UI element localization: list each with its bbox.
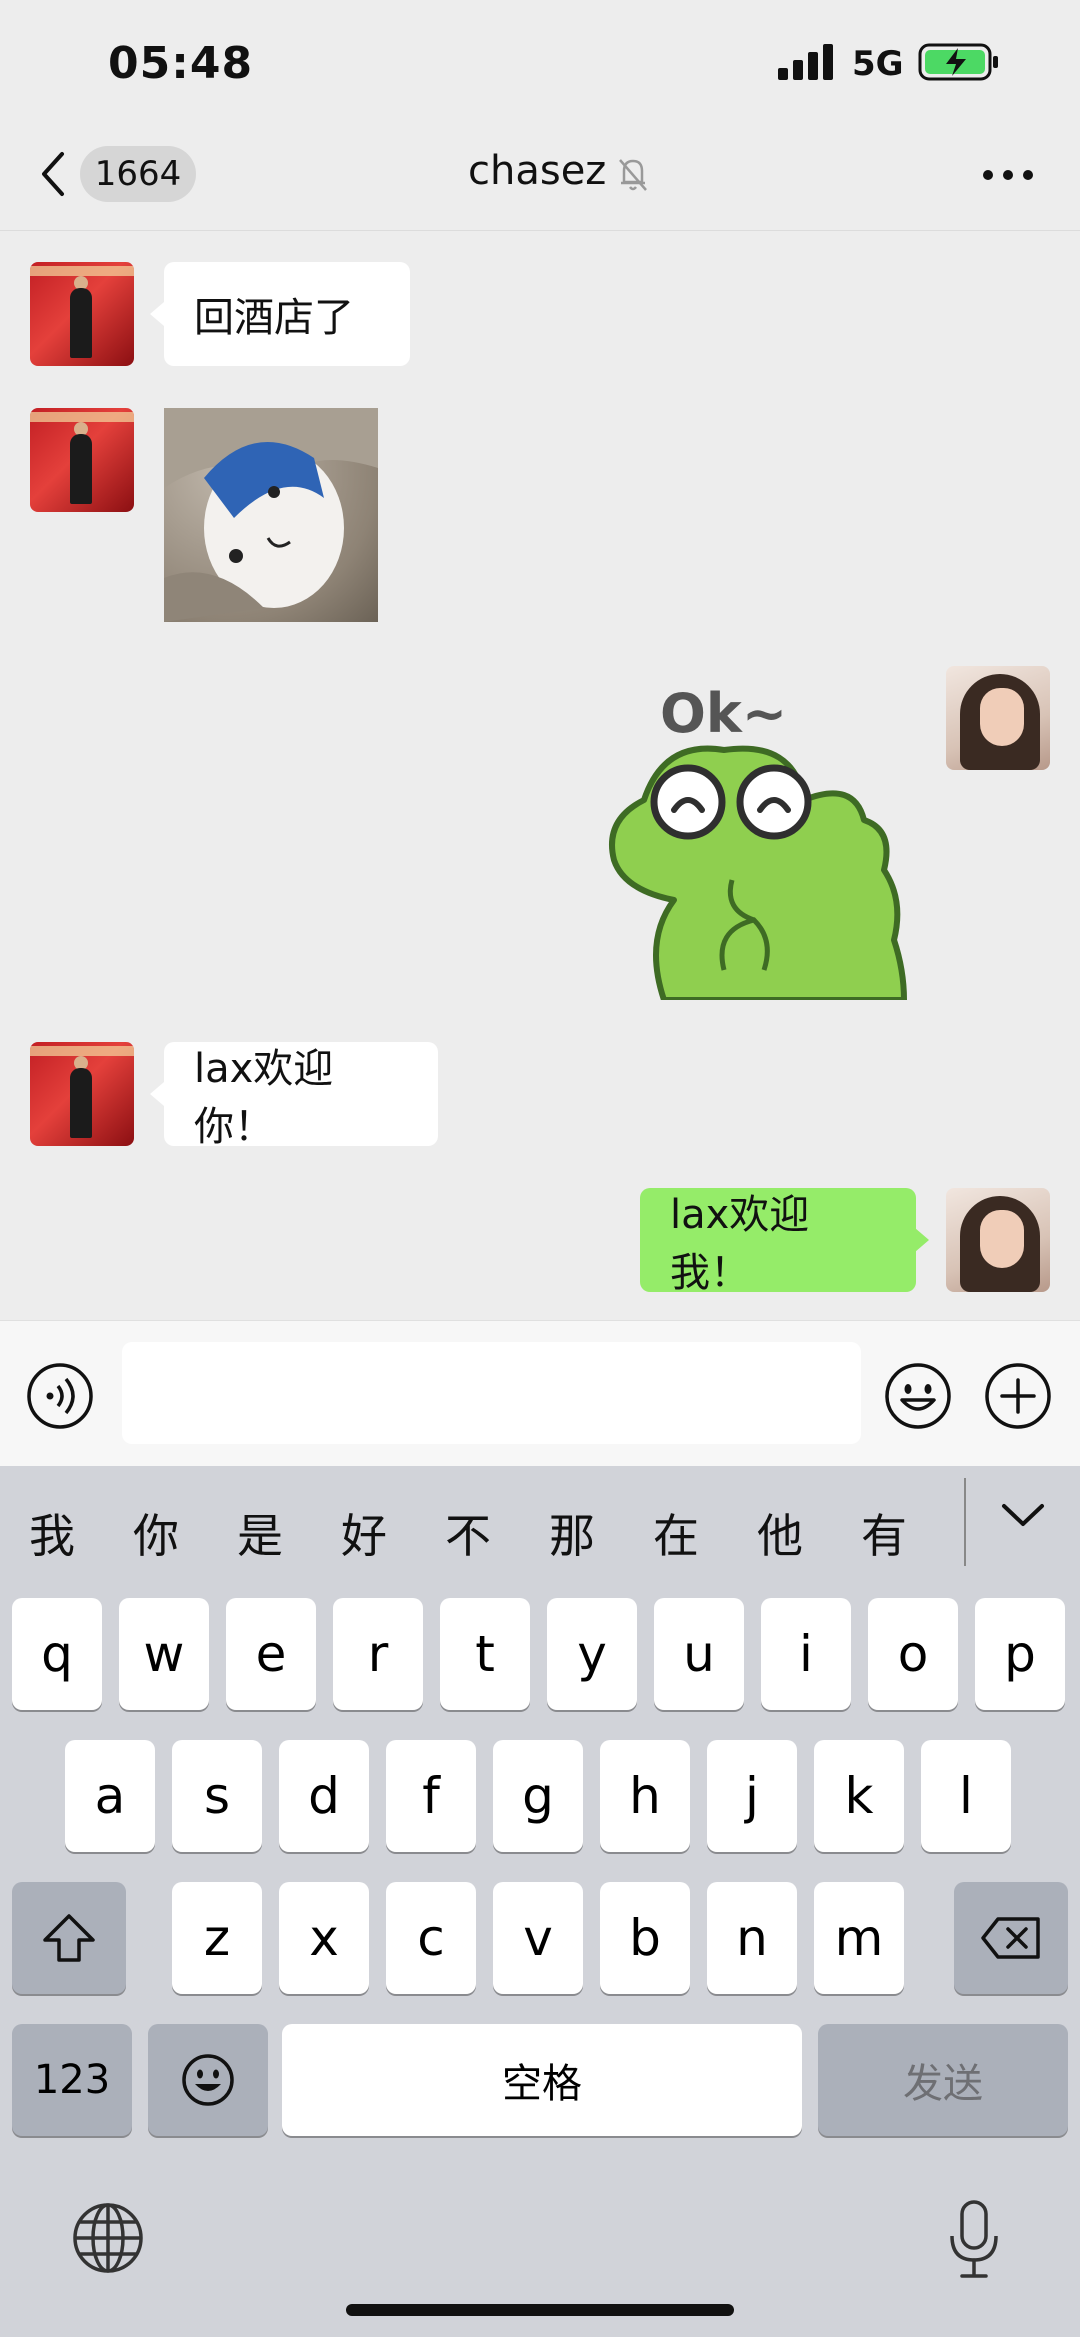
message-bubble-received[interactable]: 回酒店了 <box>164 262 410 366</box>
key-z[interactable]: z <box>172 1882 262 1994</box>
contact-avatar[interactable] <box>30 262 134 366</box>
key-x[interactable]: x <box>279 1882 369 1994</box>
backspace-icon <box>981 1917 1040 1959</box>
more-options-icon[interactable] <box>980 160 1036 190</box>
signal-icon <box>778 44 833 80</box>
send-key[interactable]: 发送 <box>818 2024 1068 2136</box>
shift-key[interactable] <box>12 1882 126 1994</box>
back-icon[interactable] <box>40 150 66 198</box>
key-b[interactable]: b <box>600 1882 690 1994</box>
key-v[interactable]: v <box>493 1882 583 1994</box>
shift-icon <box>43 1914 95 1962</box>
my-avatar[interactable] <box>946 666 1050 770</box>
space-key[interactable]: 空格 <box>282 2024 802 2136</box>
contact-avatar[interactable] <box>30 408 134 512</box>
home-indicator <box>346 2304 734 2316</box>
key-u[interactable]: u <box>654 1598 744 1710</box>
sticker-caption: Ok~ <box>660 682 787 745</box>
bubble-tail <box>915 1228 929 1252</box>
network-label: 5G <box>852 44 904 84</box>
sticker-message[interactable]: Ok~ <box>604 670 914 1003</box>
plus-icon[interactable] <box>984 1362 1052 1430</box>
microphone-icon[interactable] <box>944 2198 1004 2282</box>
key-k[interactable]: k <box>814 1740 904 1852</box>
chat-title: chasez <box>468 148 607 194</box>
chevron-down-icon[interactable] <box>1000 1500 1046 1530</box>
key-n[interactable]: n <box>707 1882 797 1994</box>
key-g[interactable]: g <box>493 1740 583 1852</box>
key-i[interactable]: i <box>761 1598 851 1710</box>
candidate-word[interactable]: 好 <box>334 1500 394 1566</box>
key-f[interactable]: f <box>386 1740 476 1852</box>
emoji-key[interactable] <box>148 2024 268 2136</box>
candidate-word[interactable]: 是 <box>230 1500 290 1566</box>
voice-input-icon[interactable] <box>26 1362 94 1430</box>
emoji-keyboard-icon <box>182 2054 234 2106</box>
candidate-divider <box>964 1478 966 1566</box>
my-avatar[interactable] <box>946 1188 1050 1292</box>
bubble-tail <box>150 1082 164 1106</box>
key-p[interactable]: p <box>975 1598 1065 1710</box>
key-s[interactable]: s <box>172 1740 262 1852</box>
candidate-word[interactable]: 我 <box>22 1500 82 1566</box>
key-y[interactable]: y <box>547 1598 637 1710</box>
candidate-word[interactable]: 他 <box>750 1500 810 1566</box>
numbers-key[interactable]: 123 <box>12 2024 132 2136</box>
image-message[interactable] <box>164 408 378 622</box>
key-h[interactable]: h <box>600 1740 690 1852</box>
key-m[interactable]: m <box>814 1882 904 1994</box>
unread-count-badge[interactable]: 1664 <box>80 146 196 202</box>
status-time: 05:48 <box>108 38 254 89</box>
mute-bell-icon <box>619 159 647 191</box>
message-input[interactable] <box>122 1342 861 1444</box>
candidate-word[interactable]: 不 <box>438 1500 498 1566</box>
bubble-tail <box>150 302 164 326</box>
candidate-word[interactable]: 那 <box>542 1500 602 1566</box>
globe-icon[interactable] <box>70 2200 146 2276</box>
message-bubble-received[interactable]: lax欢迎你！ <box>164 1042 438 1150</box>
message-bubble-sent[interactable]: lax欢迎我！ <box>640 1188 916 1296</box>
crocodile-ok-sticker-icon: Ok~ <box>609 682 907 1003</box>
plush-photo-icon <box>164 408 378 622</box>
delete-key[interactable] <box>954 1882 1068 1994</box>
key-d[interactable]: d <box>279 1740 369 1852</box>
key-t[interactable]: t <box>440 1598 530 1710</box>
key-j[interactable]: j <box>707 1740 797 1852</box>
key-c[interactable]: c <box>386 1882 476 1994</box>
battery-charging-icon <box>918 43 998 81</box>
key-e[interactable]: e <box>226 1598 316 1710</box>
key-w[interactable]: w <box>119 1598 209 1710</box>
key-o[interactable]: o <box>868 1598 958 1710</box>
contact-avatar[interactable] <box>30 1042 134 1146</box>
candidate-word[interactable]: 在 <box>646 1500 706 1566</box>
key-l[interactable]: l <box>921 1740 1011 1852</box>
candidate-word[interactable]: 有 <box>854 1500 914 1566</box>
candidate-word[interactable]: 你 <box>126 1500 186 1566</box>
key-r[interactable]: r <box>333 1598 423 1710</box>
key-q[interactable]: q <box>12 1598 102 1710</box>
emoji-icon[interactable] <box>884 1362 952 1430</box>
key-a[interactable]: a <box>65 1740 155 1852</box>
